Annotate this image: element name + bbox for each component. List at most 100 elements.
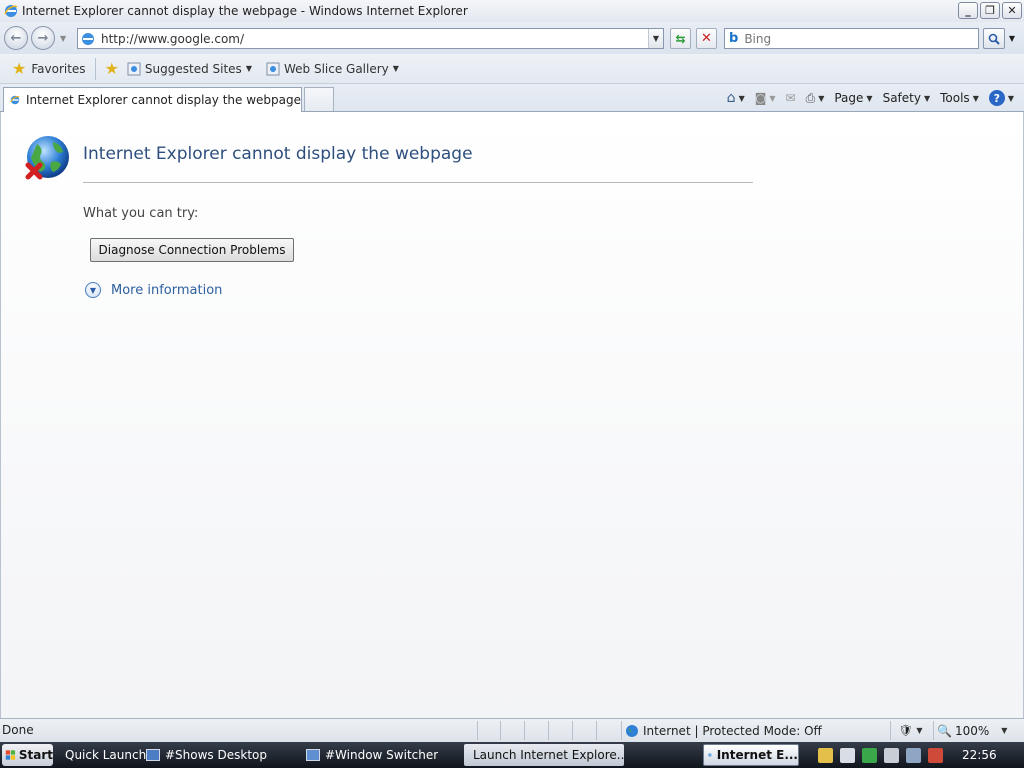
forward-arrow-icon: →: [37, 30, 49, 46]
search-box[interactable]: b: [724, 28, 979, 49]
ie-logo-icon: [10, 95, 20, 105]
command-bar: ⌂ ▼ ◙ ▼ ✉ ⎙ ▼ Page ▼ Safety ▼ Tools ▼ ? ▼: [723, 87, 1018, 109]
tab-active[interactable]: Internet Explorer cannot display the web…: [3, 87, 302, 112]
taskbar-item-label: #Shows Desktop: [165, 748, 267, 762]
window-switcher-icon: [306, 749, 320, 761]
diagnose-connection-button[interactable]: Diagnose Connection Problems: [90, 238, 294, 262]
address-dropdown-icon[interactable]: ▼: [648, 29, 663, 48]
forward-button[interactable]: →: [31, 26, 55, 50]
home-icon: ⌂: [726, 90, 736, 106]
security-status-button[interactable]: 🛡 ▼: [890, 721, 930, 740]
page-icon: [82, 32, 94, 45]
status-panel: [572, 721, 594, 740]
navigation-bar: ← → ▼ http://www.google.com/ ▼ ⇆ ✕ b ▼: [0, 22, 1024, 54]
bing-icon: b: [729, 31, 739, 46]
quick-launch[interactable]: Quick Launch: [60, 744, 146, 766]
taskbar-item-window-switcher[interactable]: #Window Switcher: [306, 744, 438, 766]
ie-page-icon: [127, 62, 141, 75]
clock[interactable]: 22:56: [962, 748, 997, 762]
system-tray: 22:56: [812, 744, 1024, 766]
zoom-control[interactable]: 🔍 100% ▼: [933, 721, 1018, 740]
desktop-icon: [146, 749, 160, 761]
what-to-try-label: What you can try:: [83, 206, 199, 221]
document-icon[interactable]: [840, 747, 855, 763]
network-icon[interactable]: [906, 747, 921, 763]
page-menu[interactable]: Page ▼: [830, 87, 876, 109]
chevron-down-icon: ▼: [392, 64, 399, 73]
chevron-down-icon: ▼: [1001, 726, 1008, 735]
back-button[interactable]: ←: [4, 26, 28, 50]
chevron-down-icon: ▼: [245, 64, 252, 73]
taskbar-item-label: #Window Switcher: [325, 748, 439, 762]
favorites-button[interactable]: ★ Favorites: [8, 58, 90, 80]
home-button[interactable]: ⌂ ▼: [723, 87, 749, 109]
divider: [94, 57, 96, 80]
start-button[interactable]: Start: [2, 744, 53, 766]
status-panel: [596, 721, 618, 740]
taskbar-item-launch-ie[interactable]: Launch Internet Explore...: [464, 744, 624, 766]
tab-bar: Internet Explorer cannot display the web…: [0, 84, 1024, 112]
window-title: Internet Explorer cannot display the web…: [22, 4, 468, 18]
minimize-button[interactable]: _: [958, 2, 978, 19]
start-label: Start: [18, 748, 53, 762]
page-title: Internet Explorer cannot display the web…: [83, 144, 473, 164]
print-button[interactable]: ⎙ ▼: [802, 87, 829, 109]
rss-icon: ◙: [754, 91, 767, 105]
chevron-down-icon: ▼: [1007, 93, 1014, 103]
security-zone-label: Internet | Protected Mode: Off: [643, 723, 822, 738]
add-to-favorites-button[interactable]: ★: [101, 58, 123, 80]
suggested-sites-label: Suggested Sites: [144, 61, 242, 76]
favorites-bar: ★ Favorites ★ Suggested Sites ▼ Web Slic…: [0, 54, 1024, 84]
maximize-button[interactable]: ❐: [980, 2, 1000, 19]
shield-icon: 🛡: [898, 724, 913, 737]
chevron-down-icon: ▼: [923, 93, 931, 103]
safety-menu[interactable]: Safety ▼: [879, 87, 935, 109]
check-shield-icon[interactable]: [862, 747, 877, 763]
refresh-icon: ⇆: [675, 31, 686, 46]
chevron-down-icon: ▼: [818, 93, 825, 103]
chevron-down-icon: ▼: [769, 93, 776, 103]
chevron-down-icon: ▼: [866, 93, 873, 103]
windows-flag-icon: [5, 750, 16, 760]
new-tab-button[interactable]: [304, 87, 334, 111]
search-options-dropdown-icon[interactable]: ▼: [1006, 28, 1018, 49]
volume-muted-icon[interactable]: [928, 747, 943, 763]
web-slice-gallery-link[interactable]: Web Slice Gallery ▼: [262, 58, 403, 80]
security-zone[interactable]: Internet | Protected Mode: Off: [621, 721, 887, 740]
help-menu[interactable]: ? ▼: [985, 87, 1018, 109]
suggested-sites-link[interactable]: Suggested Sites ▼: [123, 58, 256, 80]
taskbar-item-internet-explorer[interactable]: Internet E...: [703, 744, 799, 766]
search-button[interactable]: [983, 28, 1005, 49]
feeds-button[interactable]: ◙ ▼: [751, 87, 780, 109]
refresh-button[interactable]: ⇆: [670, 28, 691, 49]
ie-logo-icon: [4, 5, 18, 17]
status-panel: [477, 721, 499, 740]
search-input[interactable]: [744, 31, 945, 46]
quick-launch-label: Quick Launch: [65, 748, 147, 762]
recent-pages-dropdown-icon[interactable]: ▼: [60, 34, 66, 43]
zoom-icon: 🔍: [937, 723, 952, 738]
web-slice-gallery-label: Web Slice Gallery: [283, 61, 389, 76]
address-url[interactable]: http://www.google.com/: [101, 32, 244, 46]
page-content: Internet Explorer cannot display the web…: [0, 112, 1024, 718]
status-panel: [524, 721, 546, 740]
ie-logo-icon: [708, 753, 712, 757]
globe-error-icon: [25, 136, 69, 180]
safety-menu-label: Safety: [882, 91, 921, 105]
tools-menu[interactable]: Tools ▼: [936, 87, 983, 109]
taskbar-item-shows-desktop[interactable]: #Shows Desktop: [146, 744, 267, 766]
status-panel: [548, 721, 570, 740]
chevron-down-icon: ▼: [972, 93, 979, 103]
more-information-link[interactable]: More information: [111, 283, 222, 298]
flag-icon[interactable]: [884, 747, 899, 763]
add-favorite-star-icon: ★: [104, 58, 119, 78]
close-button[interactable]: ✕: [1002, 2, 1022, 19]
address-bar[interactable]: http://www.google.com/ ▼: [77, 28, 664, 49]
chevron-down-icon: ▼: [916, 726, 923, 735]
stop-button[interactable]: ✕: [696, 28, 717, 49]
more-information-toggle[interactable]: ▼ More information: [85, 282, 222, 298]
read-mail-button[interactable]: ✉: [782, 87, 800, 109]
help-icon: ?: [988, 90, 1005, 106]
lock-icon[interactable]: [818, 747, 833, 763]
back-arrow-icon: ←: [10, 30, 22, 46]
